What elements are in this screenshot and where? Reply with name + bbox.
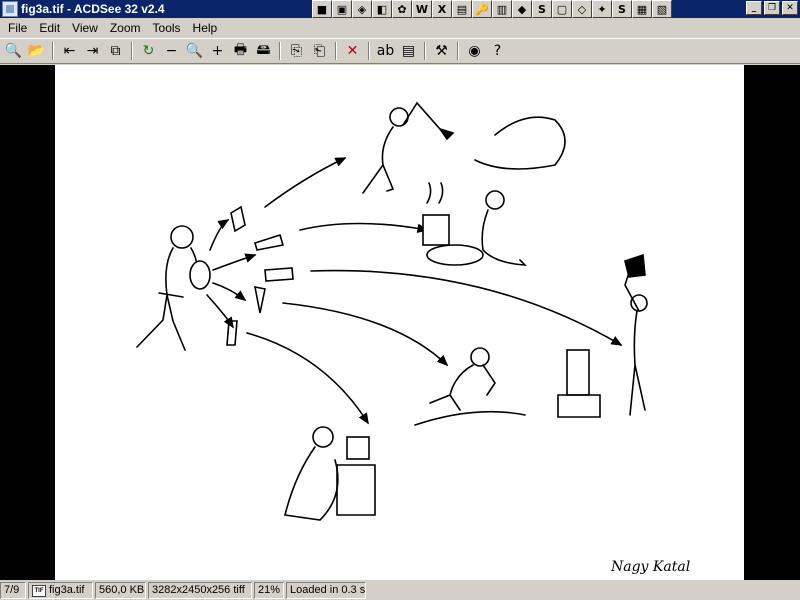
quick-launch-icon[interactable]: ■ [312,0,332,18]
copy-icon[interactable]: ⎘ [285,40,308,62]
toolbar: 🔍 📂 ⇤ ⇥ ⧉ ↻ − 🔍 + 🖶 🖴 ⎘ ⎗ ✕ ab ▤ ⚒ ◉? [0,38,800,64]
help-icon[interactable]: ? [486,40,509,62]
zoom-in-icon[interactable]: + [206,40,229,62]
quick-launch-icon[interactable]: X [432,0,452,18]
status-bar: 7/9 TIF fig3a.tif 560,0 KB 3282x2450x256… [0,581,800,600]
cooking-figure [422,182,528,266]
hammer-figure [557,253,648,418]
quick-launch-icon[interactable]: ▦ [632,0,652,18]
tiff-file-icon: TIF [32,584,46,597]
file-size: 560,0 KB [95,582,146,599]
zoom-out-icon[interactable]: − [160,40,183,62]
quick-launch-icon[interactable]: ▧ [652,0,672,18]
quick-launch-icon[interactable]: ◧ [372,0,392,18]
quick-launch-icon[interactable]: ▤ [452,0,472,18]
full-screen-icon[interactable]: ⧉ [104,40,127,62]
toolbar-separator [52,42,54,60]
filename: fig3a.tif [49,584,85,596]
previous-icon[interactable]: ⇤ [58,40,81,62]
menu-tools[interactable]: Tools [147,18,187,38]
digging-figure [362,101,566,194]
toolbar-separator [279,42,281,60]
load-time: Loaded in 0.3 s [286,582,366,599]
quick-launch-icon[interactable]: ▢ [552,0,572,18]
menu-bar: File Edit View Zoom Tools Help [0,18,800,38]
stone-tool-illustration: Nagy Katal [136,101,690,575]
zoom-fit-icon[interactable]: 🔍 [183,40,206,62]
toolbar-separator [457,42,459,60]
quick-launch-icon[interactable]: ◈ [352,0,372,18]
restore-button[interactable]: ❐ [764,1,780,15]
toolbar-separator [131,42,133,60]
displayed-image: Nagy Katal [55,65,744,580]
print-icon[interactable]: 🖶 [229,40,252,62]
acdsee-app-icon[interactable] [2,1,18,17]
quick-launch-icon[interactable]: ▥ [492,0,512,18]
properties-icon[interactable]: ▤ [397,40,420,62]
artist-signature: Nagy Katal [610,559,690,575]
title-bar: fig3a.tif - ACDSee 32 v2.4 ■ ▣ ◈ ◧ ✿ W X ▤ 🔑 ▥ ◆ S ▢… [0,0,800,18]
potter-figure [284,426,376,521]
window-title: fig3a.tif - ACDSee 32 v2.4 [21,2,165,16]
quick-launch-icons: ■ ▣ ◈ ◧ ✿ W X ▤ 🔑 ▥ ◆ S ▢ ◇ ✦ S ▦ ▧ [312,0,672,18]
browse-icon[interactable]: 🔍 [2,40,25,62]
rotate-icon[interactable]: ↻ [137,40,160,62]
quick-launch-icon[interactable]: ▣ [332,0,352,18]
quick-launch-icon[interactable]: W [412,0,432,18]
toolbar-separator [424,42,426,60]
menu-edit[interactable]: Edit [33,18,66,38]
next-icon[interactable]: ⇥ [81,40,104,62]
view-icon[interactable]: ◉ [463,40,486,62]
image-dimensions: 3282x2450x256 tiff [148,582,252,599]
minimize-button[interactable]: _ [746,1,762,15]
filename-cell: TIF fig3a.tif [28,582,93,599]
close-button[interactable]: ✕ [782,1,798,15]
paste-icon[interactable]: ⎗ [308,40,331,62]
open-folder-icon[interactable]: 📂 [25,40,48,62]
quick-launch-icon[interactable]: S [612,0,632,18]
image-viewer[interactable]: Nagy Katal [0,65,800,580]
quick-launch-icon[interactable]: S [532,0,552,18]
quick-launch-icon[interactable]: 🔑 [472,0,492,18]
menu-help[interactable]: Help [187,18,224,38]
window-controls: _ ❐ ✕ [746,1,798,15]
quick-launch-icon[interactable]: ✦ [592,0,612,18]
tools-icon[interactable]: ⚒ [430,40,453,62]
rename-icon[interactable]: ab [374,40,397,62]
menu-view[interactable]: View [66,18,104,38]
zoom-level: 21% [254,582,284,599]
quick-launch-icon[interactable]: ✿ [392,0,412,18]
delete-icon[interactable]: ✕ [341,40,364,62]
menu-file[interactable]: File [2,18,33,38]
image-index: 7/9 [0,582,26,599]
toolbar-separator [335,42,337,60]
quick-launch-icon[interactable]: ◆ [512,0,532,18]
central-figure [136,225,211,351]
scan-icon[interactable]: 🖴 [252,40,275,62]
quick-launch-icon[interactable]: ◇ [572,0,592,18]
crouching-figure [414,347,526,426]
menu-zoom[interactable]: Zoom [104,18,147,38]
toolbar-separator [368,42,370,60]
